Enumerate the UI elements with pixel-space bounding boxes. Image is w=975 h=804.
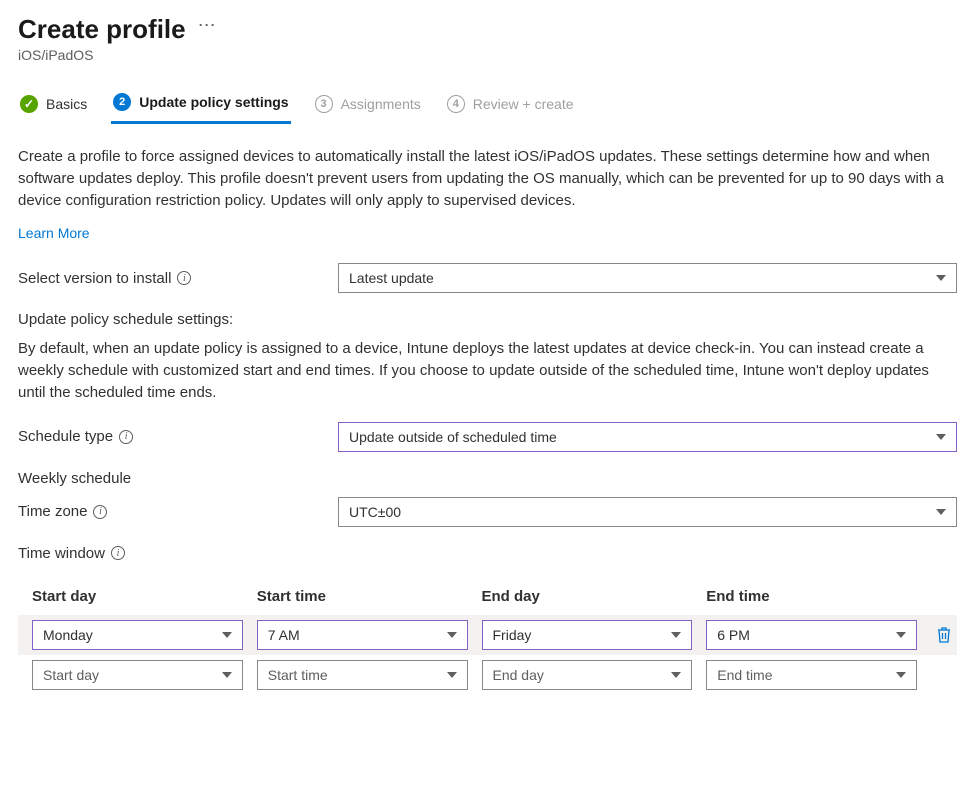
start-time-select[interactable]: 7 AM xyxy=(257,620,468,650)
select-value: Friday xyxy=(493,627,532,643)
chevron-down-icon xyxy=(222,672,232,678)
select-value: 6 PM xyxy=(717,627,750,643)
select-placeholder: Start time xyxy=(268,667,328,683)
version-select[interactable]: Latest update xyxy=(338,263,957,293)
tab-label: Basics xyxy=(46,96,87,112)
tab-label: Review + create xyxy=(473,96,574,112)
time-window-row-new: Start day Start time End day End time xyxy=(18,655,957,695)
select-value: UTC±00 xyxy=(349,504,401,520)
select-value: Update outside of scheduled time xyxy=(349,429,557,445)
timezone-label: Time zone xyxy=(18,503,338,520)
chevron-down-icon xyxy=(896,632,906,638)
end-day-select[interactable]: End day xyxy=(482,660,693,690)
start-time-select[interactable]: Start time xyxy=(257,660,468,690)
end-time-select[interactable]: 6 PM xyxy=(706,620,917,650)
page-title: Create profile xyxy=(18,14,186,45)
chevron-down-icon xyxy=(222,632,232,638)
schedule-settings-title: Update policy schedule settings: xyxy=(18,311,957,328)
chevron-down-icon xyxy=(447,632,457,638)
step-number-icon: 4 xyxy=(447,95,465,113)
time-window-label: Time window xyxy=(18,545,957,562)
schedule-type-label: Schedule type xyxy=(18,428,338,445)
time-window-header-row: Start day Start time End day End time xyxy=(18,588,957,615)
info-icon[interactable] xyxy=(111,546,125,560)
chevron-down-icon xyxy=(936,434,946,440)
end-day-select[interactable]: Friday xyxy=(482,620,693,650)
start-day-select[interactable]: Monday xyxy=(32,620,243,650)
col-header-end-day: End day xyxy=(482,588,693,605)
chevron-down-icon xyxy=(896,672,906,678)
wizard-tabs: Basics 2 Update policy settings 3 Assign… xyxy=(18,87,957,124)
chevron-down-icon xyxy=(671,632,681,638)
schedule-type-select[interactable]: Update outside of scheduled time xyxy=(338,422,957,452)
chevron-down-icon xyxy=(447,672,457,678)
timezone-select[interactable]: UTC±00 xyxy=(338,497,957,527)
col-header-start-day: Start day xyxy=(32,588,243,605)
select-value: Monday xyxy=(43,627,93,643)
tab-basics[interactable]: Basics xyxy=(18,89,89,123)
tab-review-create[interactable]: 4 Review + create xyxy=(445,89,576,123)
info-icon[interactable] xyxy=(119,430,133,444)
learn-more-link[interactable]: Learn More xyxy=(18,225,90,241)
page-subtitle: iOS/iPadOS xyxy=(18,47,957,63)
tab-label: Assignments xyxy=(341,96,421,112)
check-icon xyxy=(20,95,38,113)
tab-label: Update policy settings xyxy=(139,94,288,110)
version-label: Select version to install xyxy=(18,270,338,287)
description-text: Create a profile to force assigned devic… xyxy=(18,146,957,211)
chevron-down-icon xyxy=(936,275,946,281)
step-number-icon: 3 xyxy=(315,95,333,113)
chevron-down-icon xyxy=(671,672,681,678)
chevron-down-icon xyxy=(936,509,946,515)
more-actions-button[interactable]: ⋯ xyxy=(198,15,217,36)
tab-update-policy-settings[interactable]: 2 Update policy settings xyxy=(111,87,290,124)
info-icon[interactable] xyxy=(177,271,191,285)
weekly-schedule-heading: Weekly schedule xyxy=(18,470,957,487)
step-number-icon: 2 xyxy=(113,93,131,111)
col-header-end-time: End time xyxy=(706,588,917,605)
col-header-start-time: Start time xyxy=(257,588,468,605)
info-icon[interactable] xyxy=(93,505,107,519)
delete-row-button[interactable] xyxy=(931,626,957,644)
select-value: Latest update xyxy=(349,270,434,286)
time-window-row: Monday 7 AM Friday 6 PM xyxy=(18,615,957,655)
select-value: 7 AM xyxy=(268,627,300,643)
tab-assignments[interactable]: 3 Assignments xyxy=(313,89,423,123)
end-time-select[interactable]: End time xyxy=(706,660,917,690)
trash-icon xyxy=(936,626,952,644)
select-placeholder: End time xyxy=(717,667,772,683)
select-placeholder: End day xyxy=(493,667,544,683)
schedule-settings-description: By default, when an update policy is ass… xyxy=(18,338,957,403)
start-day-select[interactable]: Start day xyxy=(32,660,243,690)
select-placeholder: Start day xyxy=(43,667,99,683)
